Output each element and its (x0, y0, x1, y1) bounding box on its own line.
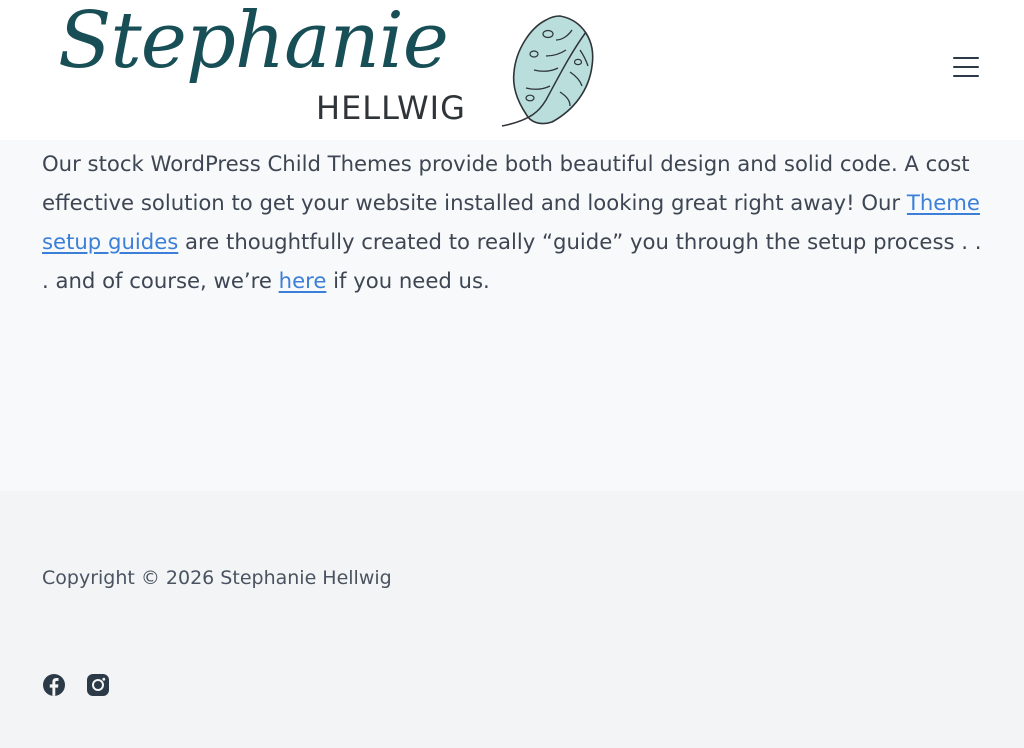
site-header: Stephanie HELLWIG (0, 0, 1024, 140)
menu-bar-top (953, 57, 979, 59)
hamburger-menu-icon[interactable] (946, 50, 986, 84)
intro-text-1: Our stock WordPress Child Themes provide… (42, 151, 970, 215)
monstera-leaf-icon (501, 15, 594, 127)
intro-text-2: are thoughtfully created to really “guid… (42, 229, 982, 293)
intro-text-3: if you need us. (326, 268, 490, 293)
facebook-icon[interactable] (42, 673, 66, 697)
logo-sub-text: HELLWIG (316, 89, 466, 127)
site-footer: Copyright © 2026 Stephanie Hellwig (0, 491, 1024, 748)
intro-paragraph: Our stock WordPress Child Themes provide… (42, 144, 987, 300)
contact-here-link[interactable]: here (279, 268, 327, 293)
main-content: Our stock WordPress Child Themes provide… (0, 140, 1024, 491)
instagram-icon[interactable] (86, 673, 110, 697)
menu-bar-bottom (953, 75, 979, 77)
site-logo[interactable]: Stephanie HELLWIG (58, 2, 603, 132)
copyright-text: Copyright © 2026 Stephanie Hellwig (42, 567, 392, 589)
logo-script-text: Stephanie (58, 0, 449, 86)
menu-bar-middle (953, 66, 979, 68)
